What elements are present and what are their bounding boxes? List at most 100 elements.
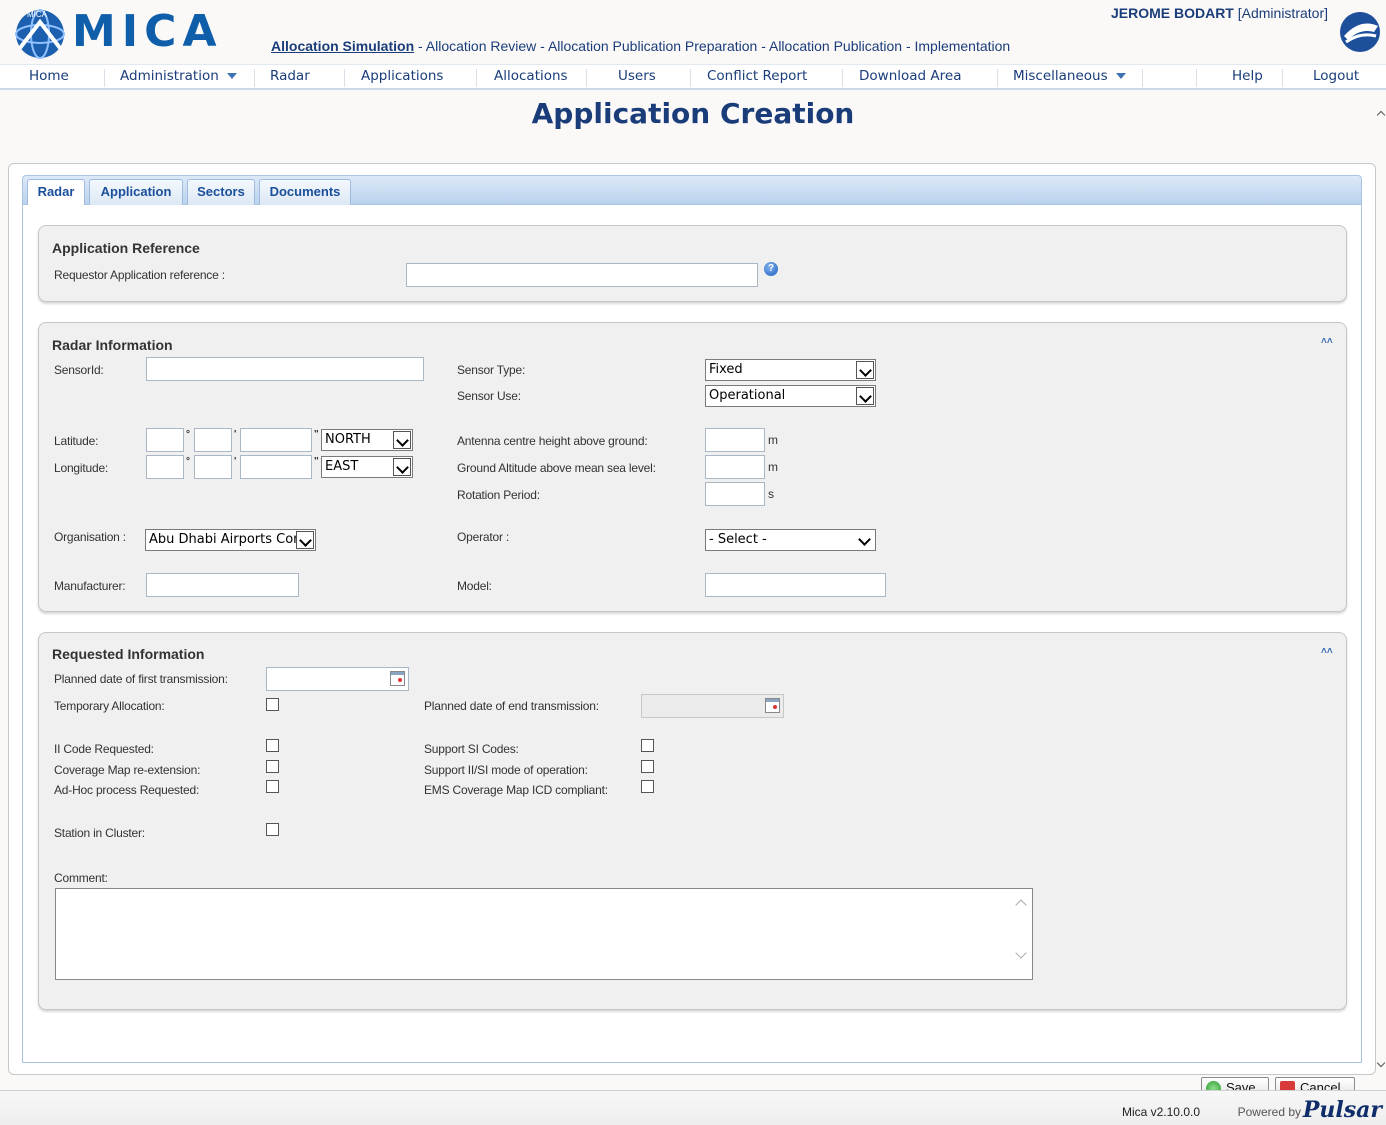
- latitude-hemisphere-select[interactable]: NORTH: [321, 429, 413, 451]
- nav-conflict-report[interactable]: Conflict Report: [707, 68, 807, 84]
- tab-application[interactable]: Application: [89, 179, 183, 206]
- comment-textarea[interactable]: [55, 888, 1033, 980]
- nav-download-area[interactable]: Download Area: [859, 68, 961, 84]
- second-symbol: ": [314, 456, 319, 467]
- sensor-use-select[interactable]: Operational: [705, 385, 876, 407]
- nav-divider: [997, 69, 998, 87]
- comment-scrollbar[interactable]: [1014, 891, 1030, 977]
- support-iisi-checkbox[interactable]: [641, 760, 654, 773]
- scroll-down-icon[interactable]: [1376, 1058, 1386, 1068]
- requestor-reference-input[interactable]: [406, 263, 758, 287]
- rotation-period-unit: s: [768, 487, 774, 501]
- ground-altitude-input[interactable]: [705, 455, 765, 479]
- workflow-breadcrumb: Allocation Simulation - Allocation Revie…: [271, 38, 1010, 54]
- tab-bar: Radar Application Sectors Documents: [22, 175, 1362, 207]
- chevron-down-icon: [856, 531, 874, 549]
- nav-divider: [1196, 69, 1197, 87]
- tab-radar[interactable]: Radar: [27, 179, 85, 207]
- nav-miscellaneous[interactable]: Miscellaneous: [1013, 68, 1126, 84]
- ems-compliant-checkbox[interactable]: [641, 780, 654, 793]
- latitude-hemisphere-value: NORTH: [325, 432, 371, 447]
- nav-help[interactable]: Help: [1232, 68, 1263, 84]
- latitude-minutes-input[interactable]: [194, 428, 232, 452]
- station-cluster-label: Station in Cluster:: [54, 826, 145, 840]
- page-scrollbar[interactable]: [1376, 100, 1386, 1090]
- nav-divider: [842, 69, 843, 87]
- help-icon[interactable]: ?: [764, 262, 778, 276]
- pulsar-logo: Pulsar: [1302, 1097, 1382, 1123]
- sensor-id-input[interactable]: [146, 357, 424, 381]
- longitude-hemisphere-select[interactable]: EAST: [321, 456, 413, 478]
- nav-divider: [476, 69, 477, 87]
- organisation-select[interactable]: Abu Dhabi Airports Com: [145, 529, 316, 551]
- scroll-down-icon[interactable]: [1015, 947, 1027, 959]
- minute-symbol: ': [234, 429, 237, 440]
- operator-select[interactable]: - Select -: [705, 529, 876, 551]
- user-role: [Administrator]: [1237, 5, 1328, 21]
- scroll-up-icon[interactable]: [1015, 899, 1027, 911]
- nav-logout[interactable]: Logout: [1313, 68, 1359, 84]
- latitude-degrees-input[interactable]: [146, 428, 184, 452]
- rotation-period-input[interactable]: [705, 482, 765, 506]
- collapse-up-icon[interactable]: ˄˄: [1321, 336, 1333, 347]
- minute-symbol: ': [234, 456, 237, 467]
- sensor-type-value: Fixed: [709, 362, 743, 377]
- nav-users[interactable]: Users: [618, 68, 656, 84]
- coverage-map-label: Coverage Map re-extension:: [54, 763, 201, 777]
- station-cluster-checkbox[interactable]: [266, 823, 279, 836]
- manufacturer-label: Manufacturer:: [54, 579, 126, 593]
- manufacturer-input[interactable]: [146, 573, 299, 597]
- ii-code-checkbox[interactable]: [266, 739, 279, 752]
- workflow-step-allocation-simulation[interactable]: Allocation Simulation: [271, 38, 414, 54]
- adhoc-process-checkbox[interactable]: [266, 780, 279, 793]
- ground-altitude-unit: m: [768, 460, 778, 474]
- latitude-label: Latitude:: [54, 434, 99, 448]
- model-input[interactable]: [705, 573, 886, 597]
- antenna-height-input[interactable]: [705, 428, 765, 452]
- sensor-type-select[interactable]: Fixed: [705, 359, 876, 381]
- nav-administration[interactable]: Administration: [120, 68, 237, 84]
- organisation-label: Organisation :: [54, 530, 126, 544]
- chevron-down-icon: [393, 458, 411, 476]
- nav-radar[interactable]: Radar: [270, 68, 310, 84]
- end-transmission-date-input[interactable]: [641, 694, 784, 718]
- header: MICA MICA JEROME BODART [Administrator] …: [0, 0, 1386, 64]
- calendar-icon[interactable]: [390, 671, 405, 686]
- support-iisi-label: Support II/SI mode of operation:: [424, 763, 588, 777]
- tab-documents[interactable]: Documents: [259, 179, 351, 206]
- nav-applications[interactable]: Applications: [361, 68, 443, 84]
- longitude-seconds-input[interactable]: [240, 455, 312, 479]
- nav-home[interactable]: Home: [29, 68, 69, 84]
- collapse-up-icon[interactable]: ˄˄: [1321, 646, 1333, 657]
- comment-label: Comment:: [54, 871, 108, 885]
- support-si-checkbox[interactable]: [641, 739, 654, 752]
- first-transmission-date-input[interactable]: [266, 667, 409, 691]
- temporary-allocation-checkbox[interactable]: [266, 698, 279, 711]
- coverage-map-checkbox[interactable]: [266, 760, 279, 773]
- operator-label: Operator :: [457, 530, 510, 544]
- powered-by-text: Powered by: [1237, 1105, 1301, 1119]
- longitude-hemisphere-value: EAST: [325, 459, 359, 474]
- chevron-down-icon: [1115, 73, 1126, 79]
- scroll-up-icon[interactable]: [1376, 110, 1386, 120]
- latitude-seconds-input[interactable]: [240, 428, 312, 452]
- nav-miscellaneous-label: Miscellaneous: [1013, 68, 1108, 84]
- degree-symbol: °: [186, 456, 190, 467]
- logo-small-text: MICA: [27, 10, 47, 19]
- longitude-degrees-input[interactable]: [146, 455, 184, 479]
- nav-allocations[interactable]: Allocations: [494, 68, 568, 84]
- radar-information-legend: Radar Information: [52, 337, 173, 353]
- nav-divider: [254, 69, 255, 87]
- rotation-period-label: Rotation Period:: [457, 488, 540, 502]
- degree-symbol: °: [186, 429, 190, 440]
- sensor-use-label: Sensor Use:: [457, 389, 521, 403]
- calendar-icon[interactable]: [765, 698, 780, 713]
- tab-sectors[interactable]: Sectors: [187, 179, 255, 206]
- version-text: Mica v2.10.0.0: [1121, 1105, 1200, 1119]
- first-transmission-label: Planned date of first transmission:: [54, 672, 228, 686]
- operator-value: - Select -: [709, 532, 767, 547]
- application-reference-legend: Application Reference: [52, 240, 200, 256]
- sensor-use-value: Operational: [709, 388, 786, 403]
- adhoc-process-label: Ad-Hoc process Requested:: [54, 783, 200, 797]
- longitude-minutes-input[interactable]: [194, 455, 232, 479]
